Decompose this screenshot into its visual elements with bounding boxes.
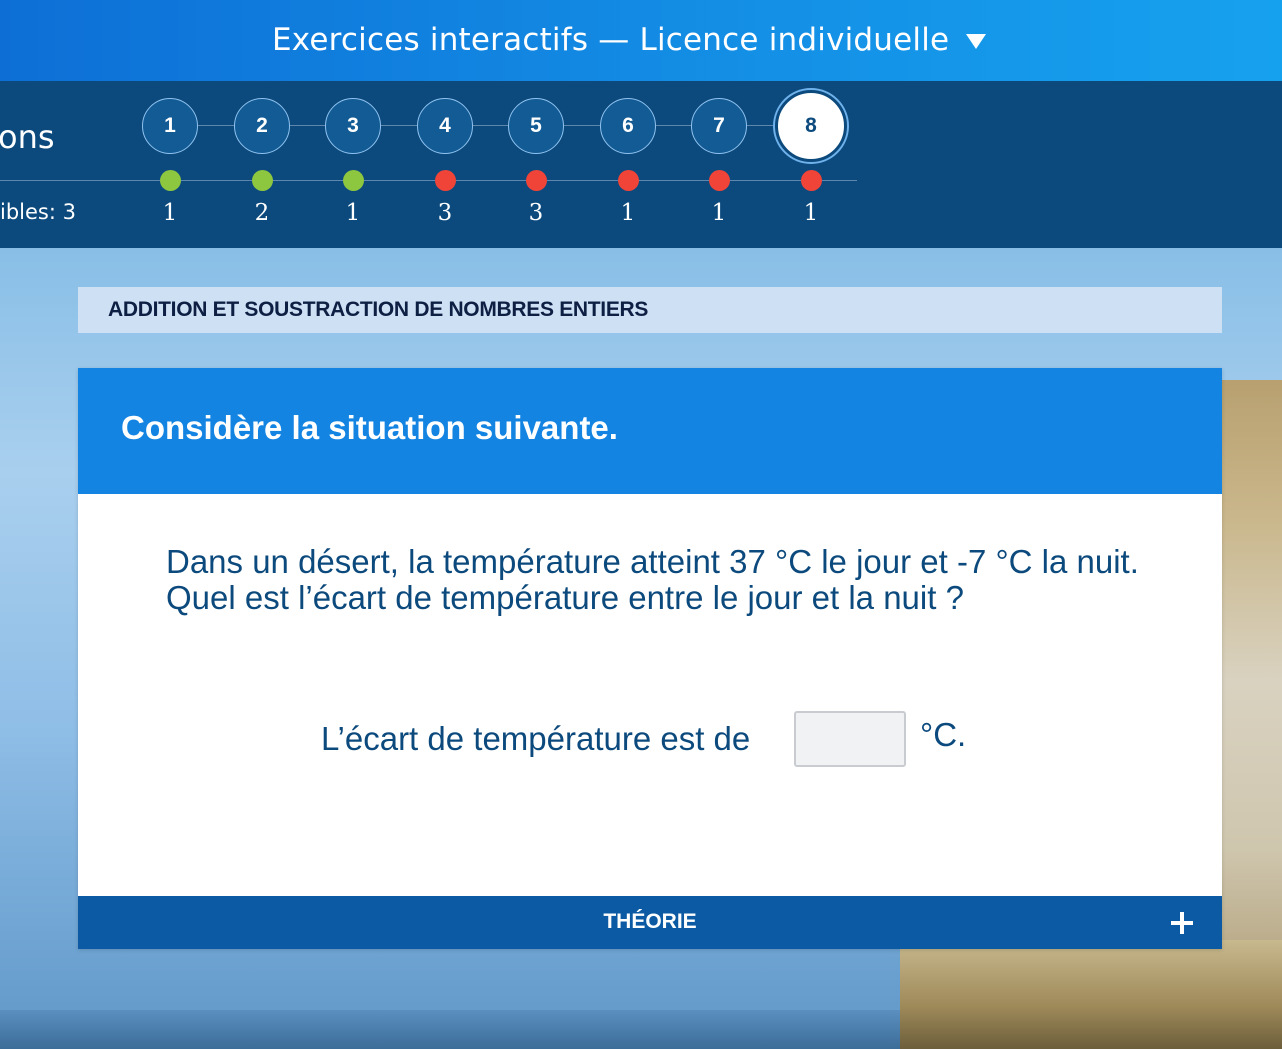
background-ground xyxy=(0,1010,900,1049)
topic-bar: ADDITION ET SOUSTRACTION DE NOMBRES ENTI… xyxy=(78,287,1222,333)
answer-label: L’écart de température est de xyxy=(321,720,751,757)
step-4-button[interactable]: 4 xyxy=(417,98,473,154)
top-bar: Exercices interactifs — Licence individu… xyxy=(0,0,1282,81)
tries-count: 3 xyxy=(528,200,544,226)
tries-count: 3 xyxy=(437,200,453,226)
theory-label: THÉORIE xyxy=(603,910,697,933)
step-6-button[interactable]: 6 xyxy=(600,98,656,154)
background-grass xyxy=(900,940,1282,1049)
status-dot xyxy=(434,170,456,191)
status-dot xyxy=(617,170,639,191)
status-dot xyxy=(342,170,364,191)
tries-count: 1 xyxy=(345,200,361,226)
status-dot xyxy=(525,170,547,191)
answer-unit: °C. xyxy=(920,716,967,753)
status-dot xyxy=(159,170,181,191)
tries-count: 2 xyxy=(254,200,270,226)
step-8-button[interactable]: 8 xyxy=(775,90,847,162)
status-dot xyxy=(708,170,730,191)
exercise-instruction: Considère la situation suivante. xyxy=(121,409,618,446)
status-dot xyxy=(800,170,822,191)
question-text: Dans un désert, la température atteint 3… xyxy=(166,543,1139,616)
exercise-header: Considère la situation suivante. xyxy=(78,368,1222,494)
step-1-button[interactable]: 1 xyxy=(142,98,198,154)
caret-down-icon[interactable] xyxy=(966,34,986,49)
tries-count: 1 xyxy=(803,200,819,226)
step-7-button[interactable]: 7 xyxy=(691,98,747,154)
attempts-remaining-fragment: ibles: 3 xyxy=(0,200,76,224)
status-dot xyxy=(251,170,273,191)
step-2-button[interactable]: 2 xyxy=(234,98,290,154)
section-title-fragment: ons xyxy=(0,118,55,156)
exercise-card: Considère la situation suivante. Dans un… xyxy=(78,368,1222,949)
answer-input[interactable] xyxy=(794,711,906,767)
step-3-button[interactable]: 3 xyxy=(325,98,381,154)
topic-title: ADDITION ET SOUSTRACTION DE NOMBRES ENTI… xyxy=(108,298,649,321)
tries-count: 1 xyxy=(162,200,178,226)
tries-count: 1 xyxy=(711,200,727,226)
theory-toggle[interactable]: THÉORIE xyxy=(78,896,1222,949)
plus-icon[interactable] xyxy=(1171,912,1193,934)
step-5-button[interactable]: 5 xyxy=(508,98,564,154)
app-title: Exercices interactifs — Licence individu… xyxy=(272,22,950,58)
tries-count: 1 xyxy=(620,200,636,226)
